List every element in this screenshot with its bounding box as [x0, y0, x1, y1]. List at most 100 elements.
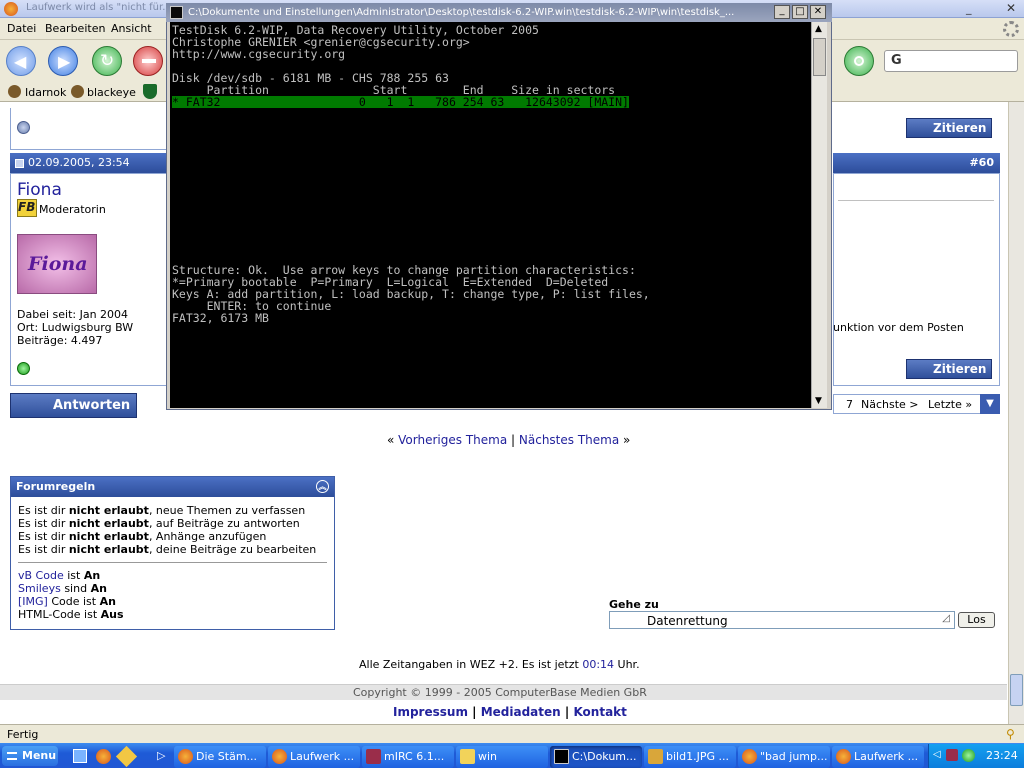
start-button[interactable]: Menu: [2, 746, 58, 766]
status-text: Fertig: [7, 728, 39, 741]
menu-datei[interactable]: Datei: [7, 22, 36, 35]
collapse-icon[interactable]: ︽: [316, 480, 329, 493]
tray-globe-icon[interactable]: [962, 749, 975, 762]
firefox-icon: [742, 749, 757, 764]
task-terminal-active[interactable]: C:\Dokum...: [550, 746, 642, 768]
throbber-icon: [1003, 21, 1019, 37]
post-author[interactable]: Fiona: [17, 180, 62, 200]
goto-submit-button[interactable]: Los: [958, 612, 995, 628]
next-thread-link[interactable]: Nächstes Thema: [519, 433, 619, 447]
close-icon[interactable]: ✕: [1006, 1, 1016, 15]
page-7-link[interactable]: 7: [846, 398, 853, 411]
last-page-link[interactable]: Letzte »: [928, 398, 972, 411]
back-button[interactable]: ◀: [6, 46, 36, 76]
terminal-output[interactable]: TestDisk 6.2-WIP, Data Recovery Utility,…: [170, 22, 811, 408]
search-value: G: [891, 53, 902, 68]
img-code-link[interactable]: [IMG]: [18, 595, 48, 608]
footer-links: Impressum | Mediadaten | Kontakt: [393, 705, 627, 719]
post-icon: [15, 159, 24, 168]
mediadaten-link[interactable]: Mediadaten: [481, 705, 561, 719]
avatar-text: Fiona: [28, 253, 88, 275]
page-scrollbar[interactable]: [1008, 102, 1024, 724]
vbcode-link[interactable]: vB Code: [18, 569, 64, 582]
browser-statusbar: Fertig ⚲: [0, 724, 1024, 743]
thread-nav-separator: |: [511, 433, 516, 447]
terminal-close-button[interactable]: ✕: [810, 5, 826, 19]
tray-network-icon[interactable]: [946, 749, 958, 761]
goto-submit-label: Los: [967, 613, 986, 626]
menu-bearbeiten[interactable]: Bearbeiten: [45, 22, 105, 35]
clock: 23:24: [986, 749, 1018, 762]
timezone-info: Alle Zeitangaben in WEZ +2. Es ist jetzt…: [359, 658, 640, 671]
task-bild1[interactable]: bild1.JPG ...: [644, 746, 736, 768]
post-role: Moderatorin: [39, 203, 106, 216]
online-status-icon: [17, 121, 30, 134]
selected-partition-row[interactable]: * FAT32 0 1 1 786 254 63 12643092 [MAIN]: [172, 96, 629, 108]
bookmark-idarnok[interactable]: Idarnok: [25, 86, 66, 99]
post-divider: [838, 200, 994, 201]
quote-button[interactable]: Zitieren: [906, 359, 992, 379]
bookmark-blackeye[interactable]: blackeye: [87, 86, 136, 99]
terminal-minimize-button[interactable]: _: [774, 5, 790, 19]
forum-rules-panel: Forumregeln ︽ Es ist dir nicht erlaubt, …: [10, 476, 335, 630]
previous-thread-link[interactable]: Vorheriges Thema: [398, 433, 507, 447]
post-date: 02.09.2005, 23:54: [10, 153, 167, 173]
go-button[interactable]: [844, 46, 874, 76]
pagination-menu-button[interactable]: ▼: [980, 394, 1000, 414]
quote-button[interactable]: Zitieren: [906, 118, 992, 138]
moderator-badge-icon: FB: [17, 199, 37, 217]
current-time: 00:14: [582, 658, 615, 671]
scroll-down-icon[interactable]: ▼: [815, 396, 822, 406]
post-joined: Dabei seit: Jan 2004: [17, 308, 129, 321]
goto-select-value: Datenrettung: [647, 614, 728, 628]
terminal-scroll-thumb[interactable]: [813, 38, 826, 76]
smileys-link[interactable]: Smileys: [18, 582, 61, 595]
dropdown-arrow-icon: ◿: [942, 613, 950, 624]
menu-ansicht[interactable]: Ansicht: [111, 22, 152, 35]
impressum-link[interactable]: Impressum: [393, 705, 468, 719]
goto-label: Gehe zu: [609, 598, 659, 611]
reply-button[interactable]: Antworten: [10, 393, 137, 418]
terminal-maximize-button[interactable]: □: [792, 5, 808, 19]
terminal-icon: [170, 6, 183, 19]
minimize-icon[interactable]: _: [966, 2, 972, 15]
task-laufwerk-2[interactable]: Laufwerk ...: [832, 746, 924, 768]
forward-button[interactable]: ▶: [48, 46, 78, 76]
scroll-up-icon[interactable]: ▲: [815, 24, 822, 34]
goto-select[interactable]: Datenrettung ◿: [609, 611, 955, 629]
task-die-staemme[interactable]: Die Stäm...: [174, 746, 266, 768]
shield-icon: [143, 84, 157, 99]
pagination: 7 Nächste > Letzte » ▼: [833, 394, 1000, 414]
rules-header: Forumregeln ︽: [11, 477, 334, 497]
quicklaunch-expand-icon[interactable]: ▷: [157, 749, 165, 762]
post-number[interactable]: #60: [833, 153, 1000, 173]
system-tray: ◁ 23:24: [928, 744, 1024, 768]
task-win-folder[interactable]: win: [456, 746, 548, 768]
reload-button[interactable]: ↻: [92, 46, 122, 76]
quote-label: Zitieren: [933, 362, 987, 376]
post-text-fragment: unktion vor dem Posten: [833, 321, 964, 334]
tray-expand-icon[interactable]: ◁: [933, 749, 941, 760]
reply-label: Antworten: [53, 398, 131, 413]
quicklaunch-firefox-icon[interactable]: [96, 749, 111, 764]
post-count: Beiträge: 4.497: [17, 334, 103, 347]
terminal-title: C:\Dokumente und Einstellungen\Administr…: [188, 7, 735, 18]
kontakt-link[interactable]: Kontakt: [573, 705, 626, 719]
search-input[interactable]: G: [884, 50, 1018, 72]
task-laufwerk-1[interactable]: Laufwerk ...: [268, 746, 360, 768]
firefox-icon: [178, 749, 193, 764]
next-page-link[interactable]: Nächste >: [861, 398, 919, 411]
info-icon: ⚲: [1006, 727, 1015, 741]
task-bad-jump[interactable]: "bad jump...: [738, 746, 830, 768]
quicklaunch-desktop-icon[interactable]: [73, 749, 87, 763]
rule-line: Es ist dir nicht erlaubt, auf Beiträge z…: [18, 517, 300, 530]
code-line: Smileys sind An: [18, 582, 107, 595]
scroll-thumb[interactable]: [1010, 674, 1023, 706]
avatar: Fiona: [17, 234, 97, 294]
task-mirc[interactable]: mIRC 6.1...: [362, 746, 454, 768]
terminal-titlebar: C:\Dokumente und Einstellungen\Administr…: [166, 3, 832, 22]
terminal-scrollbar[interactable]: ▲ ▼: [811, 22, 827, 408]
start-icon: [7, 752, 17, 760]
bookmark-icon: [8, 85, 21, 98]
stop-button[interactable]: [133, 46, 163, 76]
